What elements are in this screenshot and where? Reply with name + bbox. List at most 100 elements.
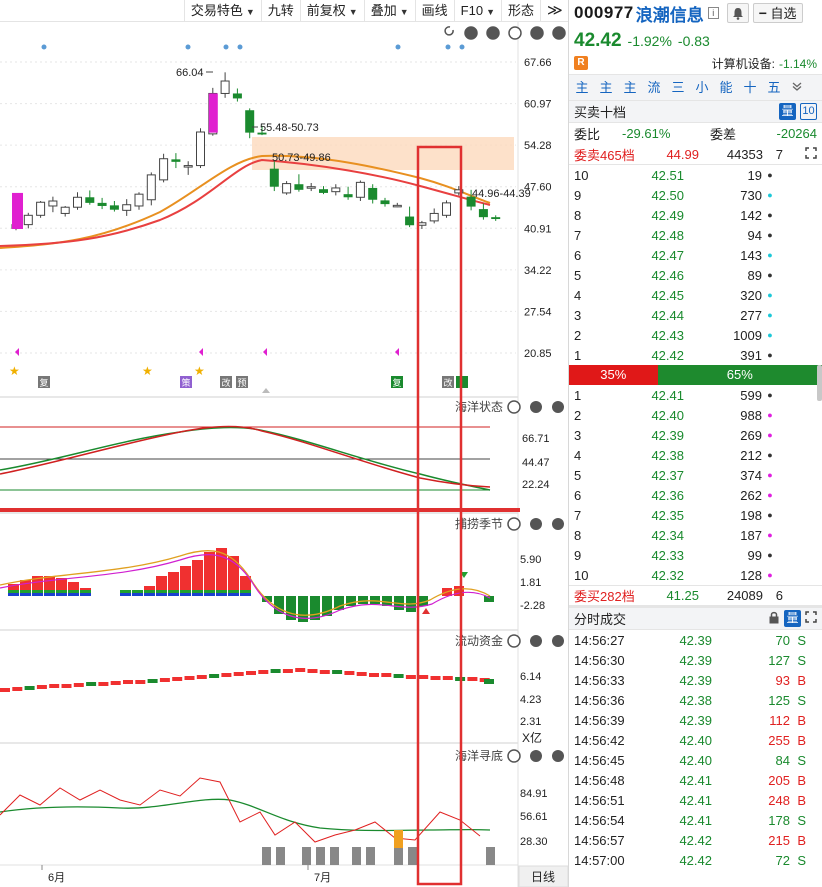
- r-badge[interactable]: R: [574, 56, 588, 70]
- orderbook-row[interactable]: 5 42.46 89 ●: [569, 265, 822, 285]
- fund-bar: [98, 682, 109, 686]
- level-number: 5: [574, 467, 582, 483]
- price-tick-label: 60.97: [524, 99, 552, 111]
- lock-icon[interactable]: [768, 611, 780, 627]
- tick-price: 42.41: [679, 772, 712, 788]
- bottom-bar: [316, 847, 325, 865]
- quote-tab[interactable]: 三: [669, 79, 687, 97]
- orderbook-row[interactable]: 10 42.32 128 ●: [569, 565, 822, 585]
- bottom-bar: [330, 847, 339, 865]
- orderbook-row[interactable]: 7 42.35 198 ●: [569, 505, 822, 525]
- orderbook-row[interactable]: 4 42.38 212 ●: [569, 445, 822, 465]
- toolbar-item[interactable]: 叠加 ▼: [363, 0, 415, 22]
- quote-tab[interactable]: 五: [765, 79, 783, 97]
- panel-close-icon: [552, 750, 564, 762]
- chart-canvas[interactable]: 67.6660.9754.2847.6040.9134.2227.5420.85…: [0, 0, 568, 887]
- signal-dot: [41, 44, 47, 50]
- tick-volume: 127: [768, 652, 790, 668]
- macd-stripe-blue: [20, 593, 31, 596]
- quote-tab[interactable]: 主: [621, 79, 639, 97]
- tick-price: 42.39: [679, 652, 712, 668]
- orderbook-row[interactable]: 6 42.36 262 ●: [569, 485, 822, 505]
- candle-body-up: [282, 183, 292, 194]
- chart-area[interactable]: 67.66 60.97 54.28 47.60 40.91 34.22 27.54 20.85…: [0, 0, 568, 887]
- candle-body-up: [306, 186, 316, 189]
- candle-body-down: [319, 189, 328, 193]
- level-price: 42.46: [651, 267, 684, 283]
- marker-label: 预: [237, 378, 246, 388]
- orderbook-row[interactable]: 8 42.49 142 ●: [569, 205, 822, 225]
- orderbook-row[interactable]: 6 42.47 143 ●: [569, 245, 822, 265]
- toolbar-item[interactable]: 前复权 ▼: [299, 0, 364, 22]
- level-volume: 187: [740, 527, 762, 543]
- ten-level-tab[interactable]: 10: [800, 103, 817, 120]
- macd-stripe: [44, 590, 55, 593]
- orderbook-row[interactable]: 9 42.33 99 ●: [569, 545, 822, 565]
- quote-tab[interactable]: 主: [573, 79, 591, 97]
- chevron-down-icon[interactable]: [791, 80, 803, 95]
- candle-body-down: [294, 184, 304, 190]
- level-number: 9: [574, 547, 582, 563]
- bell-icon[interactable]: [726, 3, 749, 23]
- orderbook-row[interactable]: 8 42.34 187 ●: [569, 525, 822, 545]
- tick-side: S: [797, 632, 806, 648]
- stock-name[interactable]: 浪潮信息: [636, 1, 704, 26]
- orderbook-row[interactable]: 3 42.39 269 ●: [569, 425, 822, 445]
- toolbar-item[interactable]: 形态: [500, 0, 540, 22]
- toolbar-item[interactable]: 交易特色 ▼: [183, 0, 261, 22]
- gear-icon: [508, 26, 522, 40]
- candle-body-down: [232, 93, 242, 99]
- quote-tab[interactable]: 能: [717, 79, 735, 97]
- add-watchlist-button[interactable]: − 自选: [752, 3, 803, 23]
- fund-bar: [467, 677, 478, 681]
- quote-tab[interactable]: 流: [645, 79, 663, 97]
- orderbook-row[interactable]: 2 42.43 1009 ●: [569, 325, 822, 345]
- level-price: 42.42: [651, 347, 684, 363]
- level-price: 42.49: [651, 207, 684, 223]
- macd-stripe-blue: [68, 593, 79, 596]
- level-volume: 262: [740, 487, 762, 503]
- expand-icon[interactable]: [805, 146, 817, 162]
- quote-tab[interactable]: 主: [597, 79, 615, 97]
- ticks-expand-icon[interactable]: [805, 611, 817, 626]
- price-tick-label: 40.91: [524, 223, 552, 235]
- orderbook-row[interactable]: 1 42.42 391 ●: [569, 345, 822, 365]
- macd-stripe: [156, 590, 167, 593]
- level-volume: 212: [740, 447, 762, 463]
- toolbar-item[interactable]: 九转: [260, 0, 300, 22]
- ticks-volume-tab[interactable]: 量: [784, 610, 801, 627]
- volume-tab[interactable]: 量: [779, 103, 796, 120]
- macd-stripe-blue: [204, 593, 215, 596]
- toolbar-item-label: 叠加: [370, 2, 397, 18]
- quote-tab[interactable]: 十: [741, 79, 759, 97]
- toolbar-item[interactable]: 画线: [414, 0, 454, 22]
- red-baseline: [0, 508, 520, 512]
- quote-tab[interactable]: 小: [693, 79, 711, 97]
- pct-change: -1.92%: [627, 33, 672, 49]
- dot-icon: ●: [767, 210, 773, 220]
- orderbook-title: 买卖十档: [574, 105, 627, 120]
- orderbook-row[interactable]: 2 42.40 988 ●: [569, 405, 822, 425]
- orderbook-row[interactable]: 9 42.50 730 ●: [569, 185, 822, 205]
- info-icon[interactable]: i: [707, 7, 719, 19]
- macd-stripe-blue: [144, 593, 155, 596]
- tick-price: 42.40: [679, 752, 712, 768]
- orderbook-row[interactable]: 7 42.48 94 ●: [569, 225, 822, 245]
- tick-side: B: [797, 732, 806, 748]
- toolbar-more-button[interactable]: ≫: [540, 0, 568, 22]
- level-volume: 89: [747, 267, 762, 283]
- scrollbar[interactable]: [817, 365, 822, 401]
- orderbook-row[interactable]: 10 42.51 19 ●: [569, 165, 822, 185]
- candle-body-up: [220, 80, 230, 94]
- wc-value: -20264: [776, 126, 817, 141]
- orderbook-row[interactable]: 1 42.41 599 ●: [569, 385, 822, 405]
- panel-tick-label: 6.14: [520, 671, 541, 683]
- macd-stripe: [120, 590, 131, 593]
- orderbook-row[interactable]: 5 42.37 374 ●: [569, 465, 822, 485]
- orderbook-row[interactable]: 4 42.45 320 ●: [569, 285, 822, 305]
- level-volume: 128: [740, 567, 762, 583]
- sector-info[interactable]: 计算机设备: -1.14%: [712, 55, 817, 72]
- toolbar-item[interactable]: F10 ▼: [453, 0, 501, 22]
- orderbook-row[interactable]: 3 42.44 277 ●: [569, 305, 822, 325]
- wb-value: -29.61%: [622, 126, 671, 141]
